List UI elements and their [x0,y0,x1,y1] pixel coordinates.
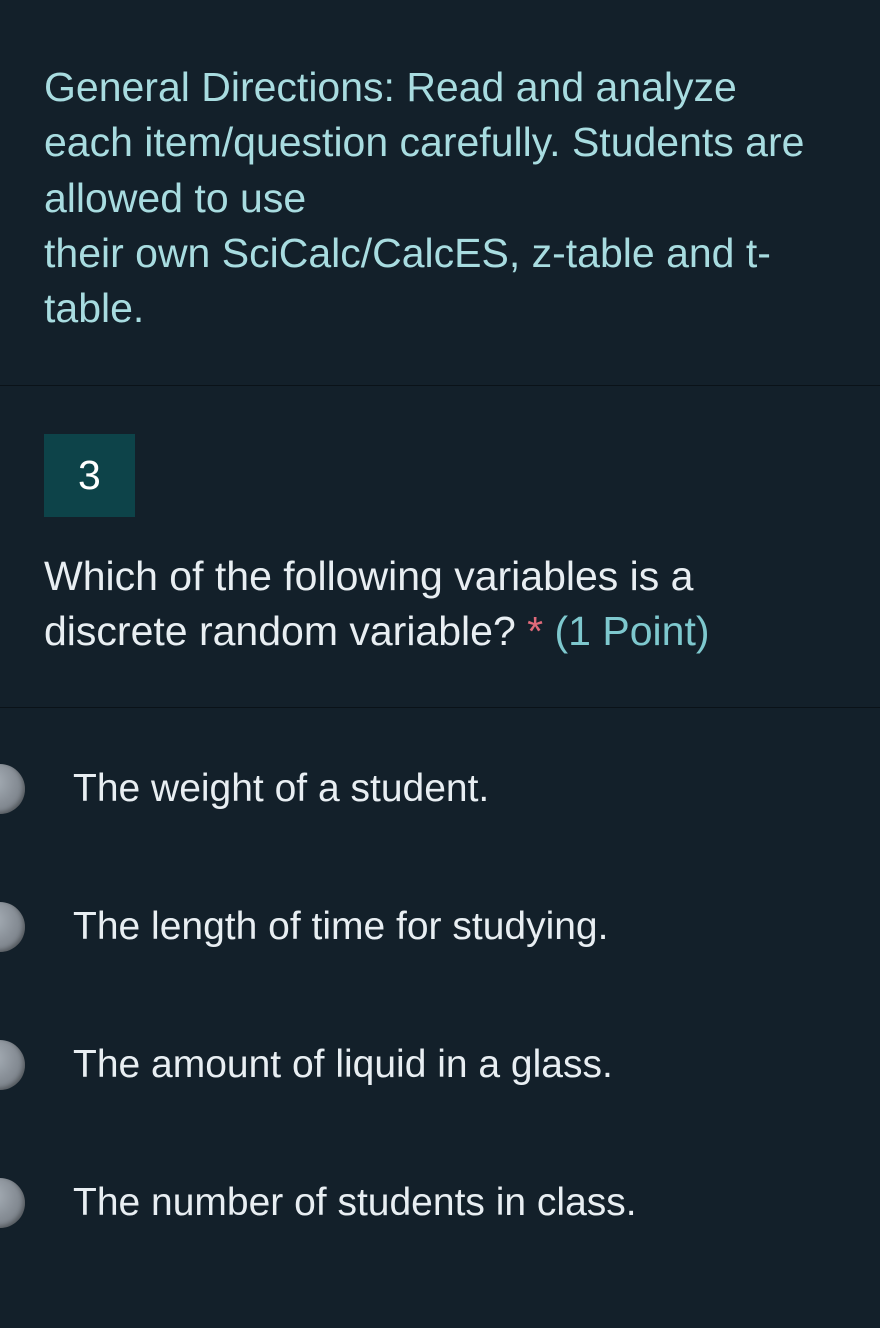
option-label: The amount of liquid in a glass. [73,1043,613,1087]
option-item[interactable]: The amount of liquid in a glass. [0,1040,880,1090]
options-section: The weight of a student. The length of t… [0,708,880,1228]
directions-section: General Directions: Read and analyze eac… [0,0,880,386]
option-item[interactable]: The weight of a student. [0,764,880,814]
option-label: The weight of a student. [73,767,489,811]
option-item[interactable]: The length of time for studying. [0,902,880,952]
radio-button-icon[interactable] [0,1178,25,1228]
radio-button-icon[interactable] [0,1040,25,1090]
required-asterisk: * [527,608,543,654]
question-header-section: 3 Which of the following variables is a … [0,386,880,709]
question-number-badge: 3 [44,434,135,517]
question-text: Which of the following variables is a di… [44,549,836,660]
points-text: (1 Point) [555,608,710,654]
option-label: The number of students in class. [73,1181,637,1225]
option-label: The length of time for studying. [73,905,608,949]
radio-button-icon[interactable] [0,764,25,814]
radio-button-icon[interactable] [0,902,25,952]
option-item[interactable]: The number of students in class. [0,1178,880,1228]
directions-text: General Directions: Read and analyze eac… [44,60,836,337]
